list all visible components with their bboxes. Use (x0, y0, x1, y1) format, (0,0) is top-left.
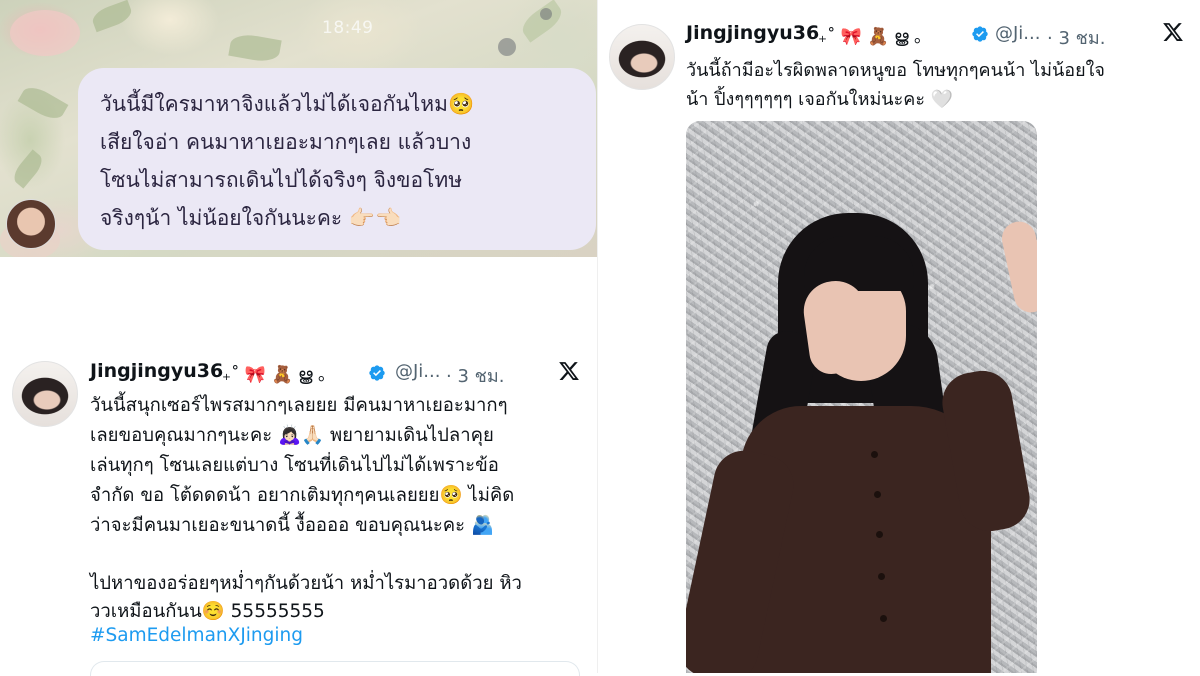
timestamp[interactable]: · 3 ชม. (1047, 23, 1105, 52)
status-time: 18:49 (322, 18, 374, 38)
name-decorations: ₊˚ 🎀 🧸 ൠ ｡ (222, 365, 327, 385)
timestamp[interactable]: · 3 ชม. (446, 361, 504, 390)
flower-decoration (10, 10, 80, 56)
display-name[interactable]: Jingjingyu36 (90, 360, 223, 382)
berry-decoration (498, 38, 516, 56)
hashtag-link[interactable]: #SamEdelmanXJinging (90, 625, 303, 646)
tweet-card: Jingjingyu36 ₊˚ 🎀 🧸 ൠ ｡ @Ji... · 3 ชม. ว… (0, 257, 597, 676)
photo-button (874, 491, 881, 498)
x-logo-icon[interactable] (1162, 21, 1184, 43)
message-line: โซนไม่สามารถเดินไปได้จริงๆ จิงขอโทษ (100, 168, 463, 192)
message-line: เสียใจอ่า คนมาหาเยอะมากๆเลย แล้วบาง (100, 130, 472, 154)
photo-button (876, 531, 883, 538)
tweet-text-line: ไปหาของอร่อยๆหม่ำๆกันด้วยน้า หม่ำไรมาอวด… (90, 573, 522, 594)
tweet-text-line: ววเหมือนกันน☺️ 55555555 (90, 601, 325, 622)
leaf-decoration (9, 149, 47, 189)
photo-button (878, 573, 885, 580)
chat-screenshot: 18:49 วันนี้มีใครมาหาจิงแล้วไม่ได้เจอกัน… (0, 0, 597, 257)
display-name[interactable]: Jingjingyu36 (686, 22, 819, 44)
tweet-photo[interactable] (686, 121, 1037, 673)
tweet-text-line: จำกัด ขอ โต้ดดดน้า อยากเติมทุกๆคนเลยยย🥺 … (90, 485, 515, 506)
message-line: วันนี้มีใครมาหาจิงแล้วไม่ได้เจอกันไหม🥺 (100, 92, 475, 116)
berry-decoration (540, 8, 552, 20)
leaf-decoration (517, 0, 567, 43)
sender-avatar[interactable] (6, 199, 56, 249)
leaf-decoration (17, 81, 69, 125)
media-card-edge (90, 661, 580, 676)
message-line: จริงๆน้า ไม่น้อยใจกันนะคะ 👉🏻👈🏻 (100, 206, 402, 230)
tweet-text-line: เล่นทุกๆ โซนเลยแต่บาง โซนที่เดินไปไม่ได้… (90, 455, 499, 476)
tweet-text-line: วันนี้ถ้ามีอะไรผิดพลาดหนูขอ โทษทุกๆคนน้า… (686, 60, 1105, 81)
name-decorations: ₊˚ 🎀 🧸 ൠ ｡ (818, 27, 923, 47)
photo-button (871, 451, 878, 458)
x-logo-icon[interactable] (558, 360, 580, 382)
tweet-text-line: น้า ปิ้งๆๆๆๆๆๆ เจอกันใหม่นะคะ 🤍 (686, 89, 954, 110)
avatar[interactable] (609, 24, 675, 90)
tweet-text-line: เลยขอบคุณมากๆนะคะ 🙇🏻‍♀️🙏🏻 พยายามเดินไปลา… (90, 425, 494, 446)
tweet-text-line: ว่าจะมีคนมาเยอะขนาดนี้ งื้ออออ ขอบคุณนะค… (90, 515, 494, 536)
panel-divider (597, 0, 598, 673)
avatar[interactable] (12, 361, 78, 427)
tweet-text-line: วันนี้สนุกเซอร์ไพรสมากๆเลยยย มีคนมาหาเยอ… (90, 395, 508, 416)
photo-bangs (804, 236, 914, 291)
verified-badge-icon (972, 26, 988, 42)
leaf-decoration (228, 31, 282, 65)
leaf-decoration (89, 0, 135, 33)
handle[interactable]: @Ji... (995, 23, 1040, 44)
verified-badge-icon (369, 365, 385, 381)
photo-button (880, 615, 887, 622)
handle[interactable]: @Ji... (395, 361, 440, 382)
